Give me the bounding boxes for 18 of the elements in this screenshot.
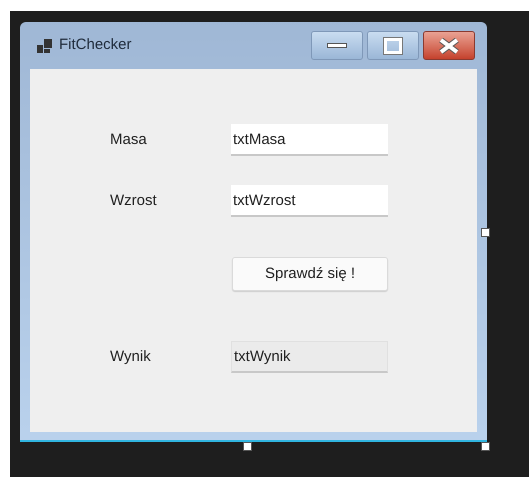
- minimize-button[interactable]: [311, 31, 363, 60]
- text-field[interactable]: txtMasa: [231, 124, 388, 156]
- text-field[interactable]: txtWynik: [231, 341, 388, 373]
- check-button[interactable]: Sprawdź się !: [232, 257, 388, 291]
- minimize-icon: [327, 43, 347, 48]
- field-label: Wynik: [110, 346, 152, 367]
- text-field[interactable]: txtWzrost: [231, 185, 388, 217]
- window-title: FitChecker: [59, 35, 132, 56]
- resize-handle[interactable]: [243, 442, 252, 451]
- close-icon: [438, 38, 460, 54]
- close-button[interactable]: [423, 31, 475, 60]
- maximize-icon: [384, 38, 402, 54]
- field-label: Wzrost: [110, 190, 158, 211]
- maximize-button[interactable]: [367, 31, 419, 60]
- resize-handle[interactable]: [481, 442, 490, 451]
- app-icon: [37, 38, 53, 54]
- resize-handle[interactable]: [481, 228, 490, 237]
- field-label: Masa: [110, 130, 148, 150]
